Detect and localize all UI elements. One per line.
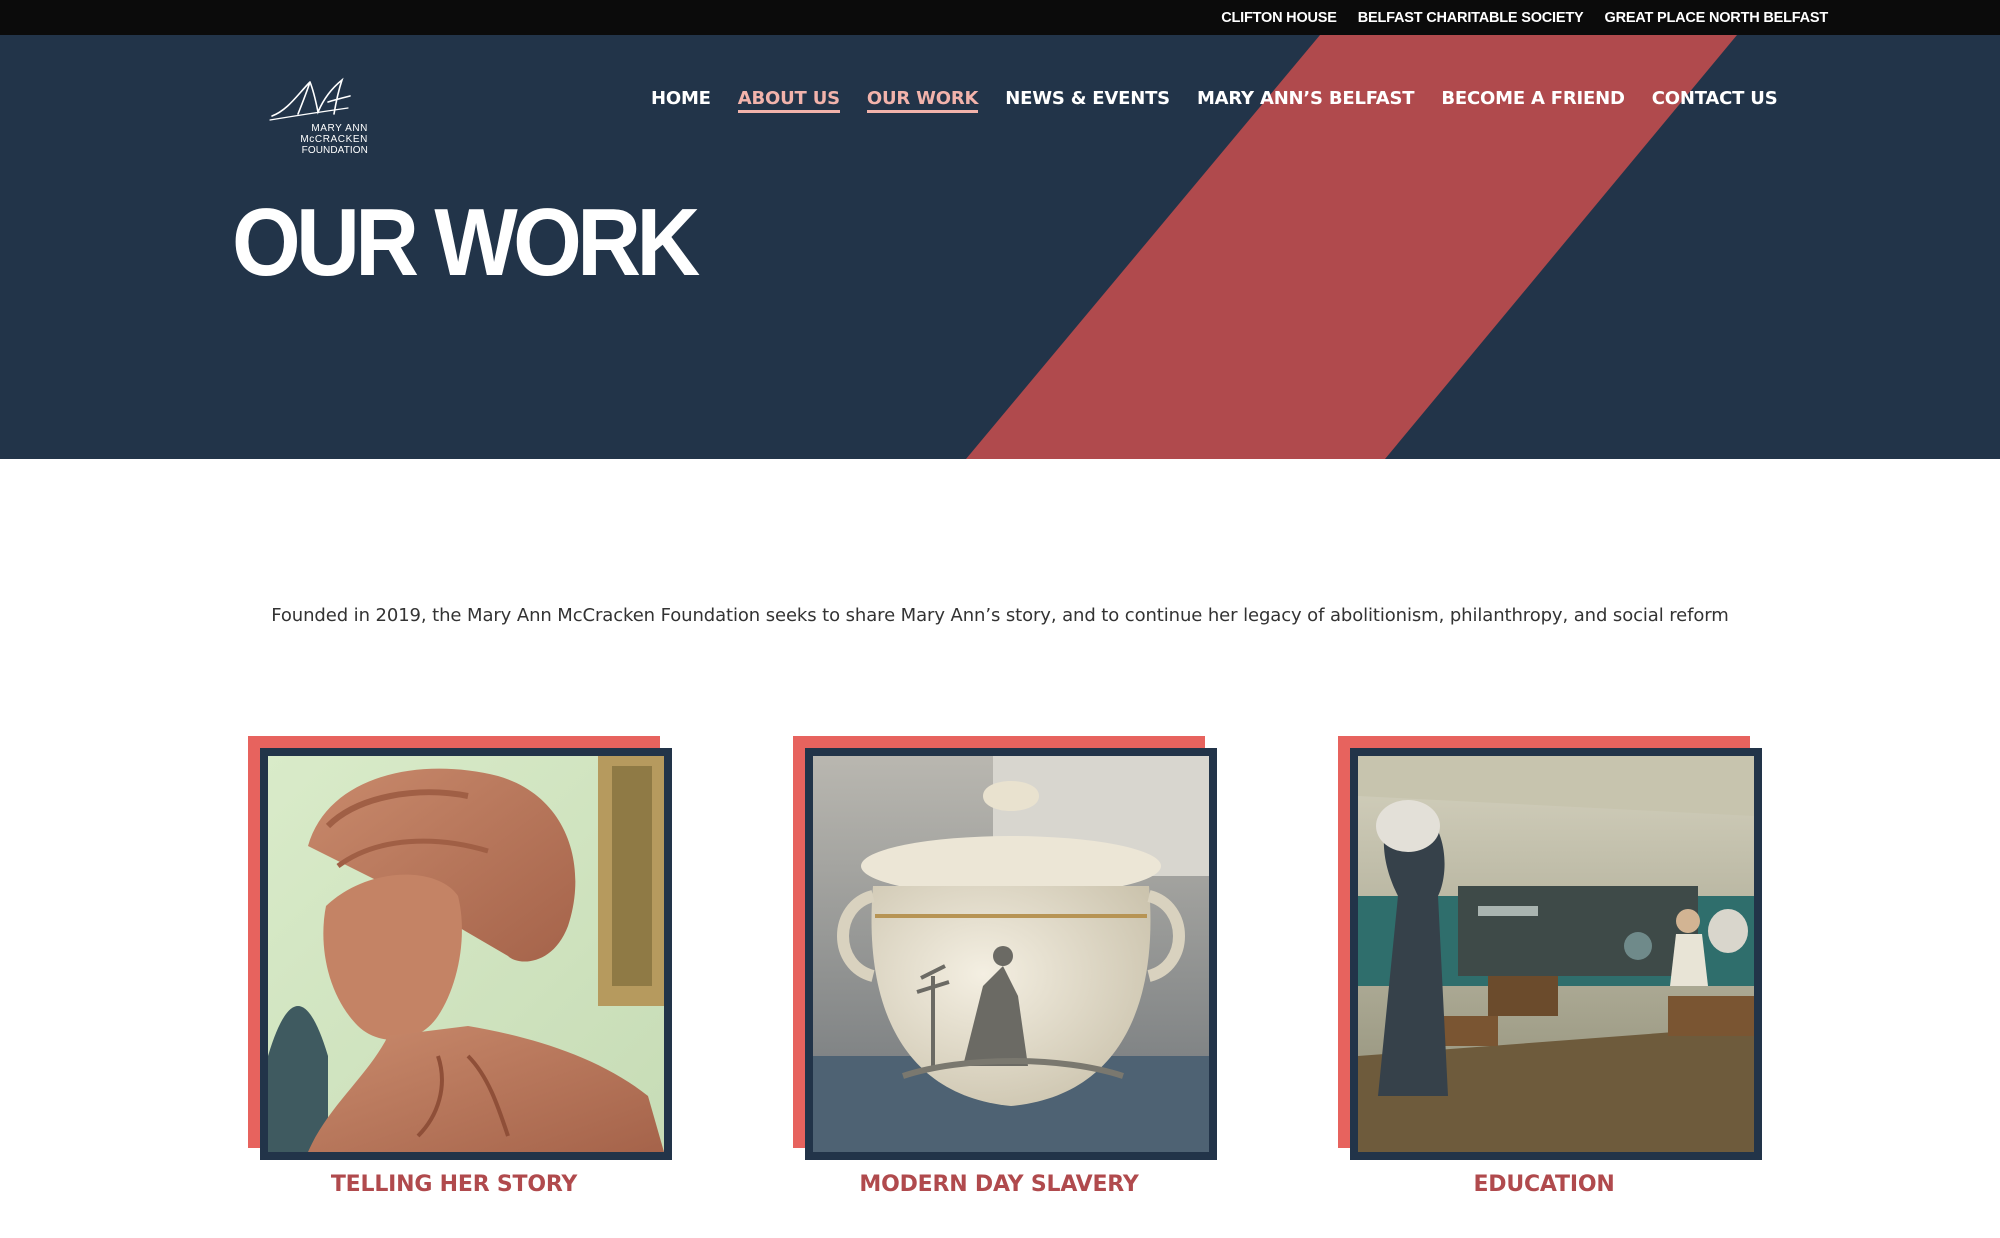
card-modern-day-slavery[interactable]: MODERN DAY SLAVERY (793, 736, 1225, 1216)
classroom-scene-image (1358, 756, 1754, 1152)
utility-bar: CLIFTON HOUSE BELFAST CHARITABLE SOCIETY… (0, 0, 2000, 35)
card-title: MODERN DAY SLAVERY (859, 1172, 1139, 1197)
utility-link-clifton-house[interactable]: CLIFTON HOUSE (1221, 10, 1337, 26)
foundation-logo[interactable]: MARY ANN McCRACKEN FOUNDATION (268, 76, 372, 156)
intro-text: Founded in 2019, the Mary Ann McCracken … (271, 605, 1729, 626)
nav-item-mary-anns-belfast[interactable]: MARY ANN’S BELFAST (1197, 74, 1415, 123)
nav-item-news-events[interactable]: NEWS & EVENTS (1005, 74, 1170, 123)
page-title: OUR WORK (232, 189, 700, 296)
card-frame (260, 748, 672, 1160)
terracotta-bust-image (268, 756, 664, 1152)
card-frame (805, 748, 1217, 1160)
nav-item-become-a-friend[interactable]: BECOME A FRIEND (1441, 74, 1625, 123)
utility-link-belfast-charitable-society[interactable]: BELFAST CHARITABLE SOCIETY (1358, 10, 1584, 26)
card-education[interactable]: EDUCATION (1338, 736, 1770, 1216)
logo-line: McCRACKEN (300, 134, 368, 145)
logo-line: MARY ANN (311, 123, 368, 134)
sugar-bowl-image (813, 756, 1209, 1152)
main-navigation: HOME ABOUT US OUR WORK NEWS & EVENTS MAR… (651, 35, 1778, 161)
utility-link-great-place-north-belfast[interactable]: GREAT PLACE NORTH BELFAST (1604, 10, 1828, 26)
utility-links: CLIFTON HOUSE BELFAST CHARITABLE SOCIETY… (1221, 0, 1828, 35)
hero-banner: MARY ANN McCRACKEN FOUNDATION HOME ABOUT… (0, 35, 2000, 459)
logo-line: FOUNDATION (301, 145, 368, 156)
card-frame (1350, 748, 1762, 1160)
card-telling-her-story[interactable]: TELLING HER STORY (248, 736, 680, 1216)
nav-item-contact-us[interactable]: CONTACT US (1652, 74, 1778, 123)
nav-item-about-us[interactable]: ABOUT US (737, 74, 840, 123)
card-title: TELLING HER STORY (330, 1172, 578, 1197)
nav-item-our-work[interactable]: OUR WORK (866, 74, 979, 123)
signature-logo-icon (269, 77, 351, 121)
nav-item-home[interactable]: HOME (651, 74, 711, 123)
logo-wordmark: MARY ANN McCRACKEN FOUNDATION (300, 123, 368, 156)
card-title: EDUCATION (1473, 1172, 1615, 1197)
